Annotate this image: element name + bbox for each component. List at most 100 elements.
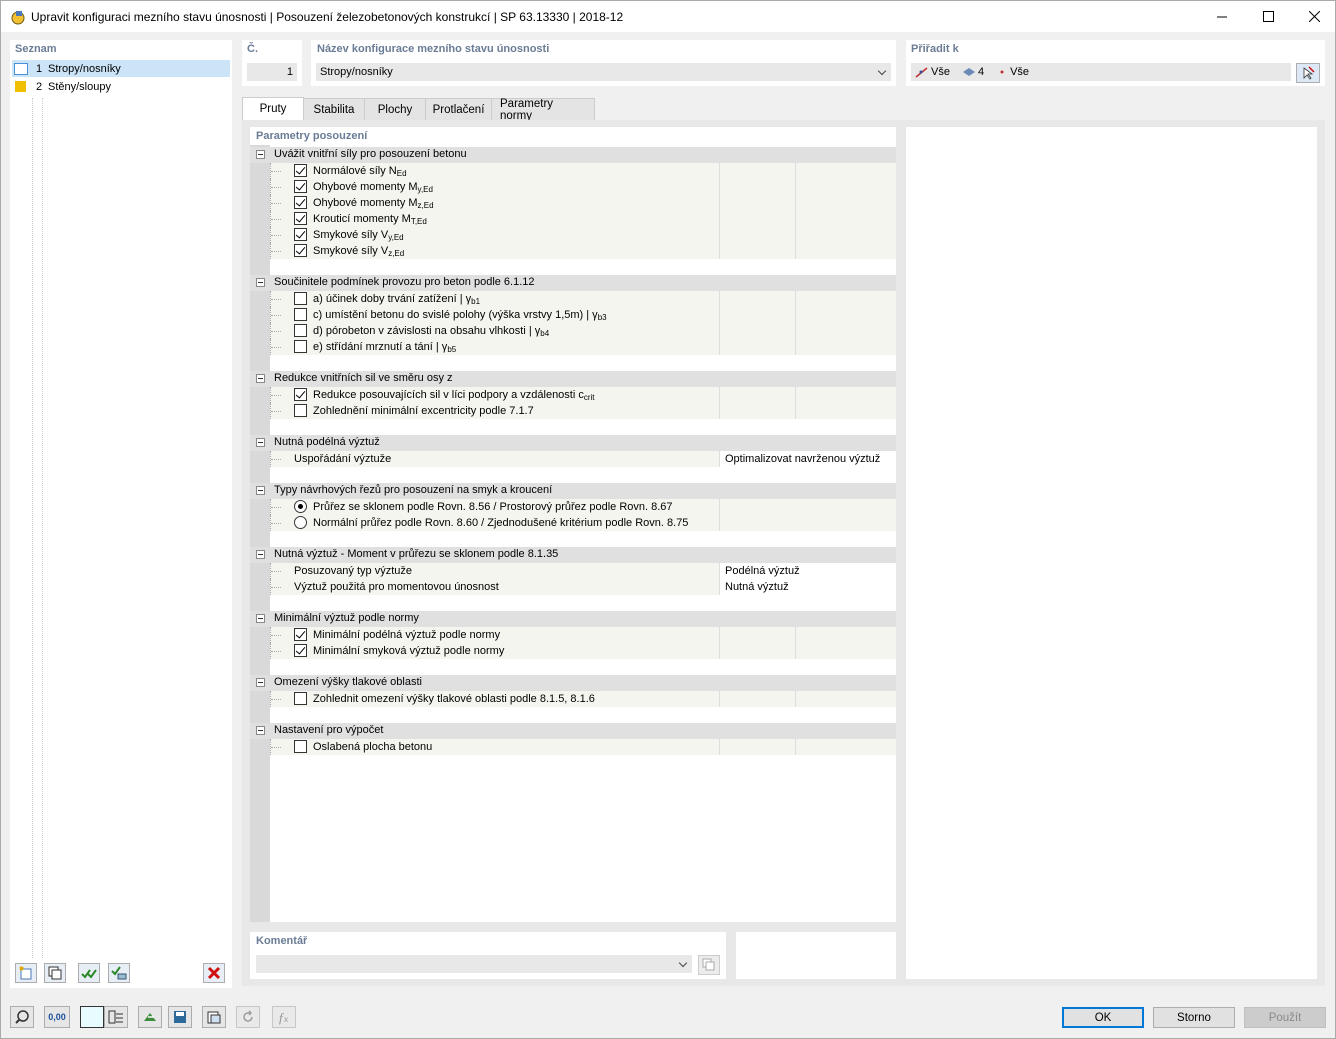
list-label: Seznam	[15, 43, 57, 55]
moment-reinforcement-value[interactable]: Nutná výztuž	[719, 579, 896, 595]
group-minimum-reinforcement: Minimální výztuž podle normy Minimální p…	[250, 611, 896, 659]
app-icon	[11, 11, 25, 25]
checkbox[interactable]	[294, 228, 307, 241]
group-header[interactable]: Redukce vnitřních sil ve směru osy z	[250, 371, 896, 387]
collapse-icon	[256, 278, 265, 287]
assign-field[interactable]: Vše 4 Vše	[911, 63, 1291, 81]
checkbox[interactable]	[294, 212, 307, 225]
tab-norm-parameters[interactable]: Parametry normy	[491, 98, 595, 122]
svg-text:x: x	[284, 1015, 288, 1024]
name-panel: Název konfigurace mezního stavu únosnost…	[311, 40, 896, 86]
name-label: Název konfigurace mezního stavu únosnost…	[317, 43, 550, 55]
preview-panel	[906, 127, 1317, 979]
pick-button[interactable]	[1296, 63, 1320, 83]
ok-button[interactable]: OK	[1062, 1007, 1144, 1028]
checkbox[interactable]	[294, 644, 307, 657]
tab-stability[interactable]: Stabilita	[303, 98, 365, 120]
group-header[interactable]: Nutná výztuž - Moment v průřezu se sklon…	[250, 547, 896, 563]
decimals-button[interactable]: 0,00	[44, 1006, 70, 1028]
checkbox[interactable]	[294, 628, 307, 641]
tab-punching[interactable]: Protlačení	[425, 98, 492, 120]
new-item-button[interactable]	[15, 963, 37, 983]
group-header[interactable]: Nastavení pro výpočet	[250, 723, 896, 739]
title-bar: Upravit konfiguraci mezního stavu únosno…	[0, 0, 1336, 32]
library-button[interactable]	[202, 1006, 226, 1028]
checkbox[interactable]	[294, 324, 307, 337]
assign-panel: Přiřadit k Vše 4 Vše	[906, 40, 1325, 86]
collapse-icon	[256, 614, 265, 623]
check-all-button[interactable]	[78, 963, 100, 983]
checkbox[interactable]	[294, 308, 307, 321]
checkbox[interactable]	[294, 404, 307, 417]
cancel-button[interactable]: Storno	[1153, 1007, 1235, 1028]
group-header[interactable]: Nutná podélná výztuž	[250, 435, 896, 451]
check-selected-button[interactable]	[108, 963, 130, 983]
checkbox[interactable]	[294, 740, 307, 753]
group-section-types: Typy návrhových řezů pro posouzení na sm…	[250, 483, 896, 531]
apply-button[interactable]: Použít	[1244, 1007, 1326, 1028]
copy-icon	[702, 958, 715, 971]
option-row: Výztuž použitá pro momentovou únosnost	[270, 579, 719, 595]
group-header[interactable]: Typy návrhových řezů pro posouzení na sm…	[250, 483, 896, 499]
list-item-label: Stěny/sloupy	[48, 80, 111, 93]
group-header[interactable]: Minimální výztuž podle normy	[250, 611, 896, 627]
reset-button[interactable]	[236, 1006, 260, 1028]
checkbox[interactable]	[294, 292, 307, 305]
checkbox[interactable]	[294, 196, 307, 209]
reinforcement-type-value[interactable]: Podélná výztuž	[719, 563, 896, 579]
units-button[interactable]	[104, 1006, 128, 1028]
number-label: Č.	[247, 43, 258, 55]
list-item[interactable]: 1 Stropy/nosníky	[12, 60, 230, 77]
tab-surfaces[interactable]: Plochy	[364, 98, 426, 120]
member-icon	[915, 67, 928, 78]
group-header[interactable]: Omezení výšky tlakové oblasti	[250, 675, 896, 691]
radio-button[interactable]	[294, 516, 307, 529]
tab-members[interactable]: Pruty	[242, 97, 304, 120]
maximize-button[interactable]	[1245, 1, 1291, 32]
group-header[interactable]: Uvážit vnitřní síly pro posouzení betonu	[250, 147, 896, 163]
number-field[interactable]: 1	[247, 63, 297, 81]
copy-item-button[interactable]	[44, 963, 66, 983]
group-internal-forces: Uvážit vnitřní síly pro posouzení betonu…	[250, 147, 896, 259]
option-row: c) umístění betonu do svislé polohy (výš…	[270, 307, 896, 323]
group-header[interactable]: Součinitele podmínek provozu pro beton p…	[250, 275, 896, 291]
minimize-button[interactable]	[1199, 1, 1245, 32]
comment-label: Komentář	[256, 935, 308, 947]
option-row: Průřez se sklonem podle Rovn. 8.56 / Pro…	[270, 499, 896, 515]
gutter	[250, 145, 270, 922]
checkbox[interactable]	[294, 692, 307, 705]
name-dropdown[interactable]: Stropy/nosníky	[316, 63, 891, 81]
color-button[interactable]	[80, 1006, 104, 1028]
comment-extra-panel	[736, 932, 896, 979]
comment-input[interactable]	[256, 955, 692, 973]
library-icon	[207, 1011, 221, 1024]
radio-button[interactable]	[294, 500, 307, 513]
close-icon	[1308, 11, 1320, 22]
checkbox[interactable]	[294, 180, 307, 193]
checkbox[interactable]	[294, 388, 307, 401]
help-button[interactable]	[10, 1006, 34, 1028]
color-swatch	[14, 62, 28, 75]
export-button[interactable]	[138, 1006, 162, 1028]
delete-item-button[interactable]	[203, 963, 225, 983]
list-item[interactable]: 2 Stěny/sloupy	[12, 78, 230, 95]
assign-nodes: Vše	[1010, 66, 1030, 78]
copy-icon	[48, 966, 62, 980]
group-force-reduction: Redukce vnitřních sil ve směru osy z Red…	[250, 371, 896, 419]
checkbox[interactable]	[294, 164, 307, 177]
close-button[interactable]	[1291, 1, 1336, 32]
formula-button[interactable]: fx	[272, 1006, 296, 1028]
group-required-reinforcement: Nutná výztuž - Moment v průřezu se sklon…	[250, 547, 896, 595]
comment-copy-button[interactable]	[698, 955, 720, 975]
reinforcement-layout-value[interactable]: Optimalizovat navrženou výztuž	[719, 451, 896, 467]
export-icon	[144, 1013, 156, 1021]
save-button[interactable]	[168, 1006, 192, 1028]
checkbox[interactable]	[294, 244, 307, 257]
minimize-icon	[1217, 16, 1227, 17]
checkbox[interactable]	[294, 340, 307, 353]
assign-label: Přiřadit k	[911, 43, 959, 55]
collapse-icon	[256, 150, 265, 159]
params-label: Parametry posouzení	[256, 130, 368, 142]
collapse-icon	[256, 374, 265, 383]
option-row: d) pórobeton v závislosti na obsahu vlhk…	[270, 323, 896, 339]
